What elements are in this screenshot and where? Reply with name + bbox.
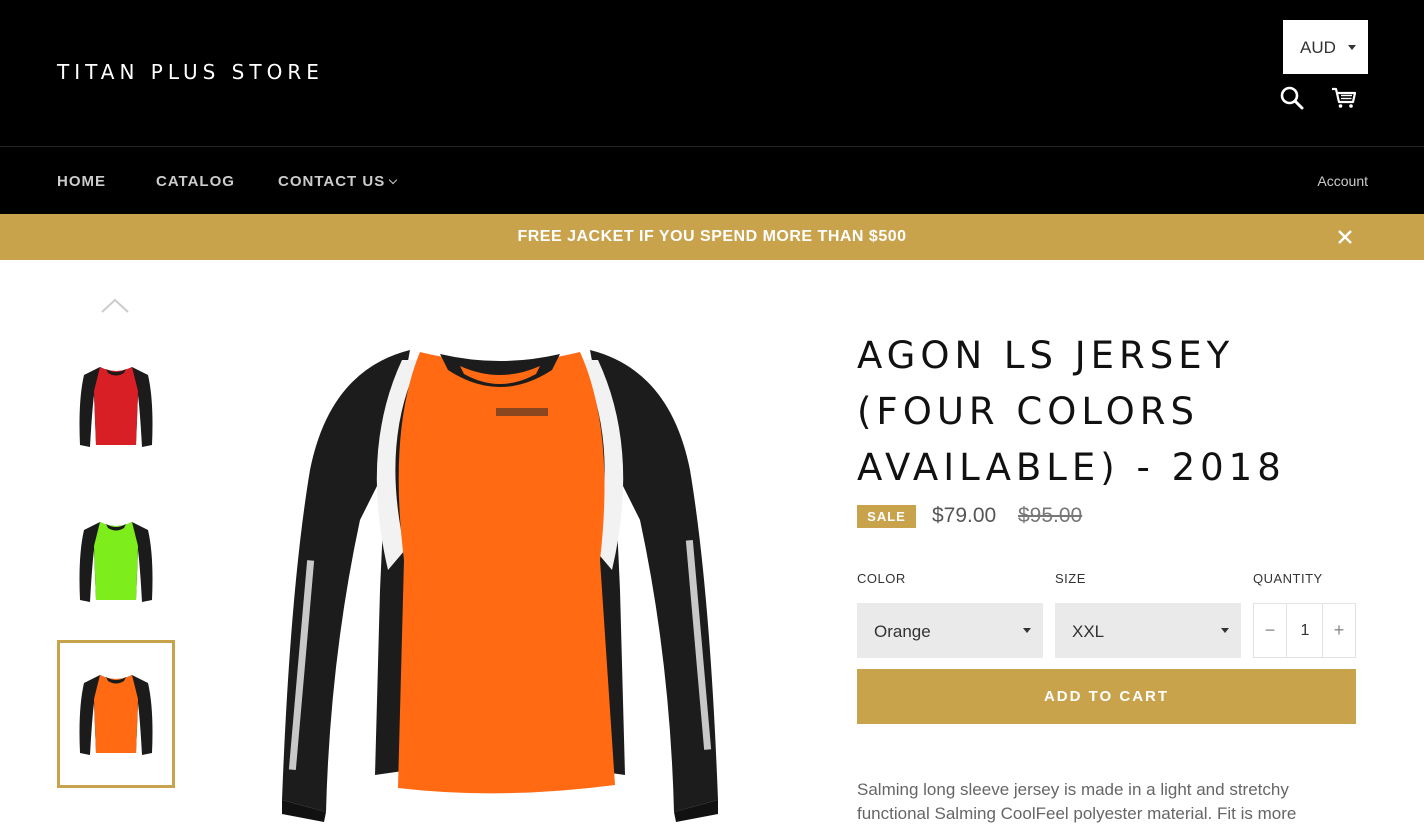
product-description: Salming long sleeve jersey is made in a … (857, 780, 1297, 823)
color-select[interactable]: Orange (857, 603, 1043, 658)
announcement-text[interactable]: FREE JACKET IF YOU SPEND MORE THAN $500 (0, 228, 1424, 246)
search-icon[interactable] (1278, 84, 1306, 112)
quantity-minus-button[interactable]: − (1254, 604, 1287, 657)
jersey-image-orange (79, 675, 153, 755)
currency-selector[interactable]: AUD (1283, 20, 1368, 74)
nav-catalog[interactable]: CATALOG (156, 173, 235, 190)
compare-at-price: $95.00 (1018, 504, 1083, 527)
sale-badge: SALE (857, 505, 916, 528)
thumbnail-red-jersey[interactable] (57, 332, 175, 480)
color-select-value: Orange (874, 622, 931, 641)
nav-home[interactable]: HOME (57, 173, 106, 190)
thumbnail-up-chevron-icon[interactable] (99, 294, 131, 316)
close-icon[interactable] (1334, 226, 1356, 248)
caret-down-icon (1023, 628, 1031, 633)
account-link[interactable]: Account (1317, 173, 1368, 189)
caret-down-icon (1221, 628, 1229, 633)
jersey-image-main (282, 350, 718, 822)
jersey-image-green (79, 522, 153, 602)
store-logo[interactable]: TITAN PLUS STORE (57, 60, 324, 84)
caret-down-icon (1348, 45, 1356, 50)
main-product-image[interactable] (270, 330, 730, 826)
currency-value: AUD (1300, 38, 1336, 57)
thumbnail-green-jersey[interactable] (57, 487, 175, 635)
cart-icon[interactable] (1330, 84, 1358, 112)
quantity-label: QUANTITY (1253, 571, 1323, 586)
quantity-stepper: − 1 + (1253, 603, 1356, 658)
add-to-cart-button[interactable]: ADD TO CART (857, 669, 1356, 724)
nav-contact-label: CONTACT US (278, 173, 386, 190)
quantity-input[interactable]: 1 (1288, 604, 1322, 657)
quantity-plus-button[interactable]: + (1322, 604, 1355, 657)
color-label: COLOR (857, 571, 906, 586)
chevron-down-icon (388, 175, 398, 185)
product-price: $79.00 (932, 504, 997, 527)
product-title: AGON LS JERSEY (FOUR COLORS AVAILABLE) -… (857, 334, 1286, 489)
site-header: TITAN PLUS STORE AUD (0, 0, 1424, 146)
size-select[interactable]: XXL (1055, 603, 1241, 658)
main-nav: HOME CATALOG CONTACT US Account (0, 146, 1424, 214)
size-select-value: XXL (1072, 622, 1105, 641)
size-label: SIZE (1055, 571, 1086, 586)
nav-contact-us[interactable]: CONTACT US (278, 173, 398, 190)
announcement-bar: FREE JACKET IF YOU SPEND MORE THAN $500 (0, 214, 1424, 260)
jersey-image-red (79, 367, 153, 447)
thumbnail-orange-jersey[interactable] (57, 640, 175, 788)
